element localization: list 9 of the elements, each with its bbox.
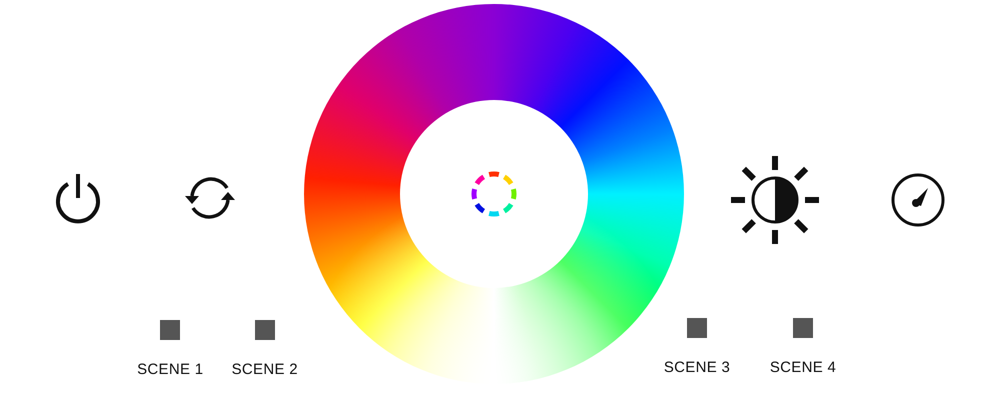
scene-label: SCENE 4 <box>770 359 836 376</box>
brightness-icon <box>729 154 821 246</box>
scene-label: SCENE 2 <box>232 361 298 378</box>
color-ring-icon <box>469 169 519 219</box>
scene-label: SCENE 1 <box>137 361 204 378</box>
scene-button[interactable] <box>160 320 180 340</box>
scene-label: SCENE 3 <box>664 359 730 376</box>
scene-button[interactable] <box>254 320 275 340</box>
brightness-button[interactable] <box>729 154 821 246</box>
